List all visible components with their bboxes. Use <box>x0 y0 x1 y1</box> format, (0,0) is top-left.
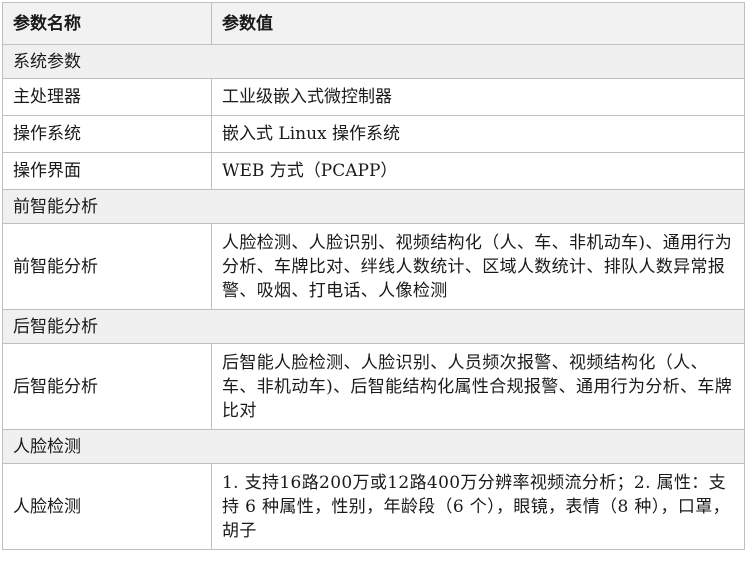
table-header-row: 参数名称 参数值 <box>2 2 745 45</box>
section-row-face-detection: 人脸检测 <box>2 429 745 464</box>
param-value: 嵌入式 Linux 操作系统 <box>211 115 745 153</box>
param-value: 后智能人脸检测、人脸识别、人员频次报警、视频结构化（人、车、非机动车)、后智能结… <box>211 343 745 430</box>
table-row: 主处理器 工业级嵌入式微控制器 <box>2 78 745 116</box>
param-name: 操作界面 <box>2 152 212 190</box>
table-row: 后智能分析 后智能人脸检测、人脸识别、人员频次报警、视频结构化（人、车、非机动车… <box>2 343 745 430</box>
section-title: 系统参数 <box>2 44 745 79</box>
section-title: 人脸检测 <box>2 429 745 464</box>
param-name: 后智能分析 <box>2 343 212 430</box>
header-param-name: 参数名称 <box>2 2 212 45</box>
table-row: 操作界面 WEB 方式（PCAPP） <box>2 152 745 190</box>
header-param-value: 参数值 <box>211 2 745 45</box>
param-name: 主处理器 <box>2 78 212 116</box>
section-title: 后智能分析 <box>2 309 745 344</box>
section-row-back-analysis: 后智能分析 <box>2 309 745 344</box>
param-value: 人脸检测、人脸识别、视频结构化（人、车、非机动车)、通用行为分析、车牌比对、绊线… <box>211 223 745 310</box>
table-row: 人脸检测 1. 支持16路200万或12路400万分辨率视频流分析；2. 属性：… <box>2 463 745 550</box>
section-row-system: 系统参数 <box>2 44 745 79</box>
parameter-table: 参数名称 参数值 系统参数 主处理器 工业级嵌入式微控制器 操作系统 嵌入式 L… <box>2 2 745 550</box>
table-row: 操作系统 嵌入式 Linux 操作系统 <box>2 115 745 153</box>
param-name: 操作系统 <box>2 115 212 153</box>
param-value: WEB 方式（PCAPP） <box>211 152 745 190</box>
param-name: 人脸检测 <box>2 463 212 550</box>
param-value: 1. 支持16路200万或12路400万分辨率视频流分析；2. 属性：支持 6 … <box>211 463 745 550</box>
param-value: 工业级嵌入式微控制器 <box>211 78 745 116</box>
table-row: 前智能分析 人脸检测、人脸识别、视频结构化（人、车、非机动车)、通用行为分析、车… <box>2 223 745 310</box>
param-name: 前智能分析 <box>2 223 212 310</box>
section-title: 前智能分析 <box>2 189 745 224</box>
section-row-front-analysis: 前智能分析 <box>2 189 745 224</box>
